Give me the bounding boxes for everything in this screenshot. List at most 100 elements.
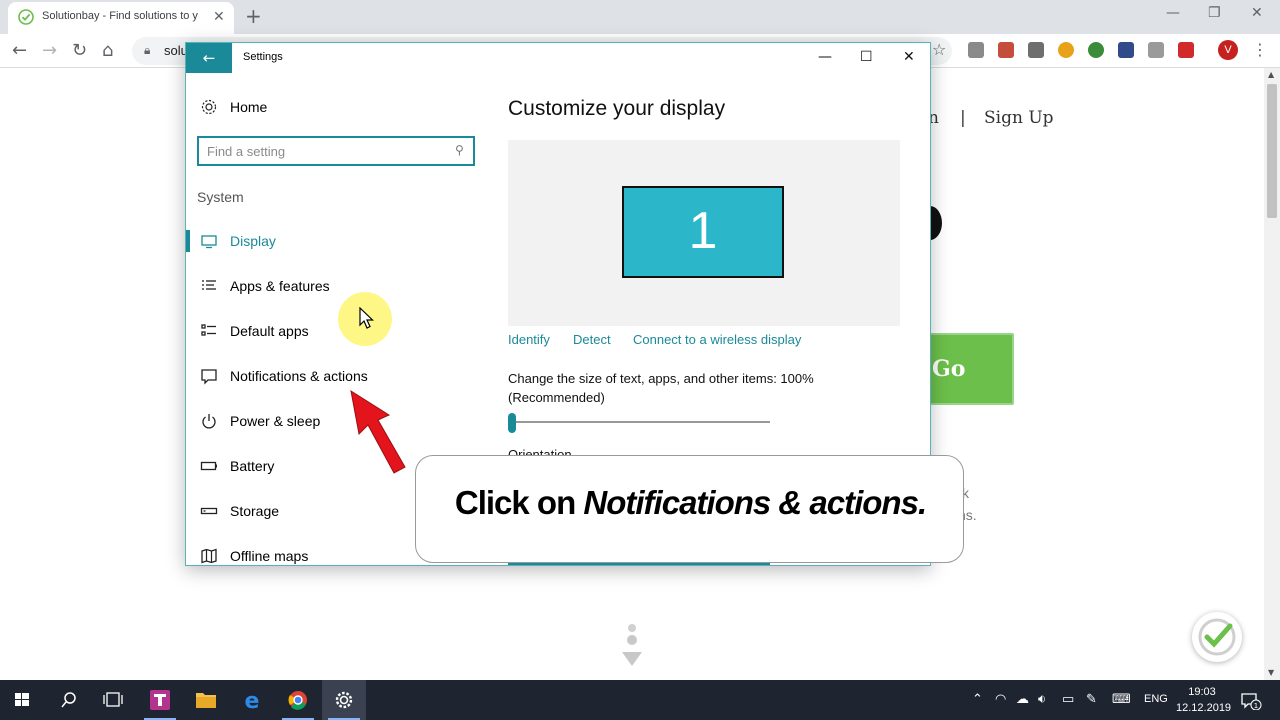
notifications-icon — [201, 369, 217, 385]
forward-arrow-icon[interactable]: → — [42, 40, 57, 61]
go-button[interactable]: Go — [928, 333, 1014, 405]
section-label-system: System — [197, 189, 244, 205]
nav-item-apps-features[interactable]: Apps & features — [186, 267, 476, 307]
taskbar-app-file-explorer[interactable] — [184, 680, 228, 720]
language-indicator[interactable]: ENG — [1144, 693, 1168, 705]
nav-item-label: Apps & features — [230, 278, 330, 294]
extension-globe-icon[interactable] — [1088, 42, 1104, 58]
taskbar-clock[interactable]: 19:03 12.12.2019 — [1176, 684, 1231, 716]
battery-tray-icon[interactable]: ▭ — [1062, 692, 1074, 707]
windows-taskbar: e ⌃ ◠ ☁ 🔉︎ ▭ ✎ ⌨ ENG 19:03 12.12.2019 1 — [0, 680, 1280, 720]
nav-separator: | — [960, 108, 966, 128]
wireless-display-link[interactable]: Connect to a wireless display — [633, 332, 801, 347]
extension-pdf-icon[interactable] — [998, 42, 1014, 58]
gear-icon — [335, 691, 353, 709]
taskbar-app-settings[interactable] — [322, 680, 366, 720]
teams-app-icon — [150, 690, 170, 710]
taskbar-app-teams[interactable] — [138, 680, 182, 720]
onedrive-icon[interactable]: ☁ — [1016, 692, 1029, 707]
nav-item-label: Offline maps — [230, 548, 309, 564]
nav-item-label: Power & sleep — [230, 413, 321, 429]
taskbar-search-button[interactable] — [46, 680, 90, 720]
volume-icon[interactable]: 🔉︎ — [1038, 692, 1046, 707]
tab-close-icon[interactable]: ✕ — [213, 9, 225, 25]
settings-search-box[interactable]: ⚲ — [197, 136, 475, 166]
task-view-icon — [103, 692, 123, 707]
settings-home-item[interactable]: Home — [200, 98, 267, 118]
windows-logo-icon — [15, 693, 29, 706]
extension-lt-icon[interactable] — [1118, 42, 1134, 58]
settings-minimize-icon[interactable]: — — [818, 49, 832, 65]
solutionbay-favicon-icon — [18, 9, 34, 25]
settings-home-label: Home — [230, 99, 268, 115]
scroll-down-arrow-icon[interactable]: ▼ — [1268, 668, 1274, 677]
taskbar-app-chrome[interactable] — [276, 680, 320, 720]
new-tab-icon[interactable]: + — [245, 4, 262, 28]
power-icon — [202, 414, 216, 429]
instruction-emphasis: Notifications & actions. — [583, 484, 927, 521]
search-icon[interactable]: ⚲ — [455, 143, 464, 157]
nav-item-notifications[interactable]: Notifications & actions — [186, 357, 476, 397]
settings-maximize-icon[interactable]: ☐ — [860, 49, 873, 65]
nav-item-label: Display — [230, 233, 276, 249]
nav-item-label: Battery — [230, 458, 275, 474]
gear-icon — [201, 99, 217, 115]
clock-time: 19:03 — [1188, 686, 1216, 698]
lock-icon: 🔒︎ — [144, 43, 151, 57]
monitor-tile[interactable]: 1 — [622, 186, 784, 278]
scroll-down-icon[interactable] — [618, 624, 646, 674]
wifi-icon[interactable]: ◠ — [995, 692, 1006, 707]
extension-tag-icon[interactable] — [1148, 42, 1164, 58]
monitor-arrangement-area: 1 — [508, 140, 900, 326]
browser-menu-icon[interactable]: ⋮ — [1252, 40, 1268, 59]
search-icon — [61, 692, 76, 708]
page-scrollbar[interactable]: ▲ ▼ — [1264, 68, 1280, 680]
browser-minimize-icon[interactable]: — — [1166, 5, 1180, 21]
scale-slider-track[interactable] — [508, 421, 770, 423]
bookmark-star-icon[interactable]: ☆ — [932, 40, 946, 59]
apps-features-icon — [202, 280, 216, 290]
browser-restore-icon[interactable]: ❐ — [1208, 5, 1221, 21]
scrollbar-thumb[interactable] — [1267, 84, 1277, 218]
pen-icon[interactable]: ✎ — [1086, 692, 1097, 707]
extension-chat-icon[interactable] — [1028, 42, 1044, 58]
identify-link[interactable]: Identify — [508, 332, 550, 347]
check-icon — [1198, 618, 1236, 656]
nav-item-display[interactable]: Display — [186, 222, 476, 262]
keyboard-icon[interactable]: ⌨ — [1112, 692, 1131, 707]
battery-icon — [200, 461, 217, 471]
edge-browser-icon: e — [245, 689, 260, 714]
home-icon[interactable]: ⌂ — [102, 40, 113, 61]
browser-tab[interactable]: Solutionbay - Find solutions to y ✕ — [8, 2, 234, 34]
extension-sun-icon[interactable] — [1058, 42, 1074, 58]
start-button[interactable] — [0, 680, 44, 720]
taskbar-app-edge[interactable]: e — [230, 680, 274, 720]
action-center-icon[interactable]: 1 — [1240, 692, 1262, 714]
extension-acrobat-icon[interactable] — [1178, 42, 1194, 58]
browser-close-icon[interactable]: ✕ — [1251, 5, 1263, 21]
display-icon — [201, 235, 217, 249]
nav-item-power-sleep[interactable]: Power & sleep — [186, 402, 476, 442]
nav-item-default-apps[interactable]: Default apps — [186, 312, 476, 352]
nav-item-label: Storage — [230, 503, 280, 519]
tray-expand-icon[interactable]: ⌃ — [972, 692, 983, 707]
reload-icon[interactable]: ↻ — [72, 40, 87, 61]
profile-avatar[interactable]: V — [1218, 40, 1238, 60]
storage-icon — [200, 507, 218, 515]
tab-title: Solutionbay - Find solutions to y — [42, 10, 198, 22]
extension-drive-icon[interactable] — [968, 42, 984, 58]
signup-link[interactable]: Sign Up — [984, 108, 1054, 128]
task-view-button[interactable] — [91, 680, 135, 720]
check-badge[interactable] — [1192, 612, 1242, 662]
instruction-prefix: Click on — [454, 484, 576, 521]
settings-search-input[interactable] — [207, 142, 447, 160]
mouse-cursor-icon — [359, 307, 374, 329]
chrome-browser-icon — [288, 691, 307, 710]
settings-close-icon[interactable]: ✕ — [903, 49, 915, 65]
settings-back-button[interactable]: ← — [186, 43, 232, 73]
scroll-up-arrow-icon[interactable]: ▲ — [1268, 70, 1274, 79]
scale-slider-thumb[interactable] — [508, 413, 516, 433]
detect-link[interactable]: Detect — [573, 332, 611, 347]
instruction-callout: Click on Notifications & actions. — [415, 455, 964, 563]
back-arrow-icon[interactable]: ← — [12, 40, 27, 61]
